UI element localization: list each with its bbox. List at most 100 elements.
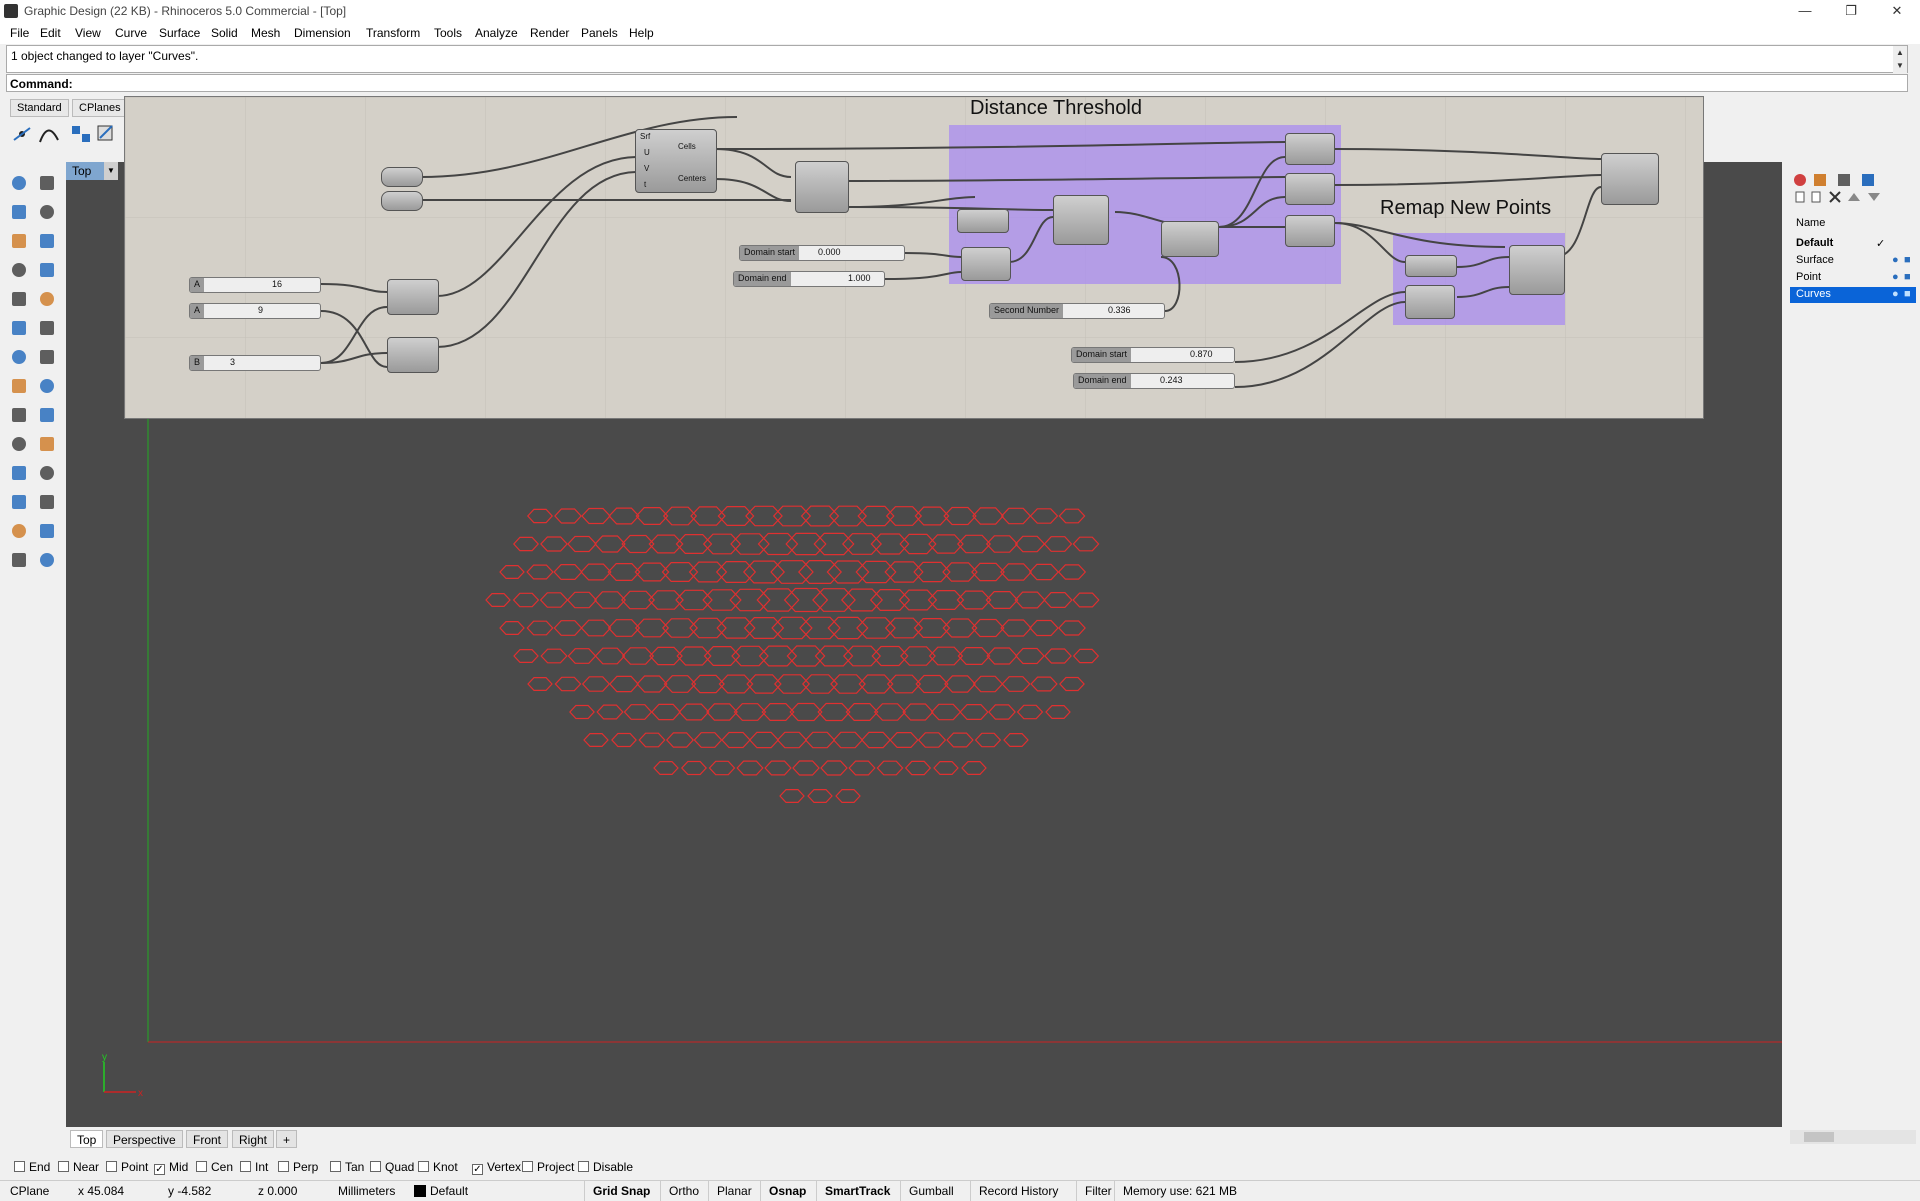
- menu-solid[interactable]: Solid: [211, 26, 238, 40]
- osnap-vertex[interactable]: ✓ Vertex: [472, 1160, 521, 1175]
- osnap-checkbox[interactable]: [418, 1161, 429, 1172]
- surface-param-node[interactable]: [381, 167, 423, 187]
- cull-pattern-component-3[interactable]: [1285, 215, 1335, 247]
- menu-transform[interactable]: Transform: [366, 26, 420, 40]
- tab-standard[interactable]: Standard: [10, 99, 69, 117]
- polyline-tool-icon[interactable]: [40, 205, 54, 219]
- cplane-label[interactable]: CPlane: [10, 1184, 49, 1198]
- remap-numbers-component[interactable]: [1053, 195, 1109, 245]
- layers-horizontal-scrollbar[interactable]: [1790, 1130, 1916, 1144]
- osnap-checkbox[interactable]: [240, 1161, 251, 1172]
- split-tool-icon[interactable]: [40, 408, 54, 422]
- text-tool-icon[interactable]: [40, 437, 54, 451]
- osnap-end[interactable]: End: [14, 1160, 50, 1174]
- osnap-checkbox[interactable]: [14, 1161, 25, 1172]
- bounds-component-2[interactable]: [1405, 255, 1457, 277]
- osnap-project[interactable]: Project: [522, 1160, 574, 1174]
- gumball-button[interactable]: Gumball: [900, 1181, 962, 1201]
- multiplication-component-2[interactable]: [387, 337, 439, 373]
- menu-help[interactable]: Help: [629, 26, 654, 40]
- scroll-up-icon[interactable]: ▲: [1893, 46, 1907, 60]
- lock-icon[interactable]: ■: [1904, 271, 1911, 283]
- circle-tool-icon[interactable]: [12, 205, 26, 219]
- layer-curves[interactable]: Curves ● ■: [1790, 287, 1916, 303]
- menu-view[interactable]: View: [75, 26, 101, 40]
- layer-default[interactable]: Default ✓: [1790, 236, 1916, 252]
- slider-domain-end-2[interactable]: Domain end 0.243: [1073, 373, 1235, 389]
- tab-right[interactable]: Right: [232, 1130, 275, 1148]
- solid-tool-icon[interactable]: [12, 524, 26, 538]
- osnap-tan[interactable]: Tan: [330, 1160, 364, 1174]
- menu-mesh[interactable]: Mesh: [251, 26, 280, 40]
- scale-component[interactable]: [1601, 153, 1659, 205]
- extrude-tool-icon[interactable]: [40, 350, 54, 364]
- cull-pattern-component-1[interactable]: [1285, 133, 1335, 165]
- cylinder-tool-icon[interactable]: [12, 350, 26, 364]
- osnap-quad[interactable]: Quad: [370, 1160, 414, 1174]
- point-tool-icon[interactable]: [13, 127, 31, 141]
- group-tool-icon[interactable]: [12, 466, 26, 480]
- osnap-perp[interactable]: Perp: [278, 1160, 318, 1174]
- curve-param-node[interactable]: [381, 191, 423, 211]
- join-tool-icon[interactable]: [12, 408, 26, 422]
- slider-a-9[interactable]: A 9: [189, 303, 321, 319]
- bulb-icon[interactable]: ●: [1892, 271, 1899, 283]
- minimize-icon[interactable]: —: [1782, 0, 1828, 22]
- curve-closest-point-component[interactable]: [795, 161, 849, 213]
- construct-domain-component[interactable]: [961, 247, 1011, 281]
- osnap-int[interactable]: Int: [240, 1160, 268, 1174]
- osnap-checkbox[interactable]: ✓: [154, 1164, 165, 1175]
- osnap-disable[interactable]: Disable: [578, 1160, 633, 1174]
- cells-component[interactable]: Srf U V t Cells Centers: [635, 129, 717, 193]
- curve-tool-icon[interactable]: [40, 176, 54, 190]
- smaller-than-component[interactable]: [1161, 221, 1219, 257]
- slider-second-number[interactable]: Second Number 0.336: [989, 303, 1165, 319]
- multiplication-component-1[interactable]: [387, 279, 439, 315]
- fillet-tool-icon[interactable]: [40, 263, 54, 277]
- slider-a-16[interactable]: A 16: [189, 277, 321, 293]
- slider-domain-start-1[interactable]: Domain start 0.000: [739, 245, 905, 261]
- smarttrack-button[interactable]: SmartTrack: [816, 1181, 898, 1201]
- viewport-menu-icon[interactable]: ▼: [104, 162, 118, 180]
- transform-tool-icon[interactable]: [40, 379, 54, 393]
- check-tool-icon[interactable]: [40, 524, 54, 538]
- rectangle-tool-icon[interactable]: [40, 234, 54, 248]
- osnap-cen[interactable]: Cen: [196, 1160, 233, 1174]
- array-tool-icon[interactable]: [12, 495, 26, 509]
- units-label[interactable]: Millimeters: [338, 1184, 395, 1198]
- osnap-checkbox[interactable]: [278, 1161, 289, 1172]
- add-viewport-icon[interactable]: +: [276, 1130, 298, 1148]
- viewport-title-tab[interactable]: Top ▼: [66, 162, 118, 180]
- layer-toolbar-icons[interactable]: [1795, 191, 1880, 203]
- surface-tool-icon[interactable]: [12, 292, 26, 306]
- menu-dimension[interactable]: Dimension: [294, 26, 351, 40]
- bulb-icon[interactable]: ●: [1892, 288, 1899, 300]
- render-tool-icon[interactable]: [40, 553, 54, 567]
- ellipse-tool-icon[interactable]: [12, 234, 26, 248]
- panel-tab-icons[interactable]: [1794, 174, 1874, 186]
- osnap-checkbox[interactable]: [578, 1161, 589, 1172]
- menu-panels[interactable]: Panels: [581, 26, 618, 40]
- osnap-point[interactable]: Point: [106, 1160, 148, 1174]
- menu-surface[interactable]: Surface: [159, 26, 200, 40]
- menu-edit[interactable]: Edit: [40, 26, 61, 40]
- array-tool-icon[interactable]: [72, 126, 90, 142]
- osnap-button[interactable]: Osnap: [760, 1181, 814, 1201]
- box-tool-icon[interactable]: [12, 321, 26, 335]
- menu-tools[interactable]: Tools: [434, 26, 462, 40]
- command-line[interactable]: Command:: [6, 74, 1908, 92]
- select-tool-icon[interactable]: [12, 176, 26, 190]
- planar-button[interactable]: Planar: [708, 1181, 760, 1201]
- restore-icon[interactable]: ❐: [1828, 0, 1874, 22]
- layer-point[interactable]: Point ● ■: [1790, 270, 1916, 286]
- analyze-tool-icon[interactable]: [12, 553, 26, 567]
- mirror-tool-icon[interactable]: [40, 495, 54, 509]
- menu-file[interactable]: File: [10, 26, 29, 40]
- grid-snap-button[interactable]: Grid Snap: [584, 1181, 658, 1201]
- arc-tool-icon[interactable]: [12, 263, 26, 277]
- block-tool-icon[interactable]: [40, 466, 54, 480]
- boolean-tool-icon[interactable]: [40, 321, 54, 335]
- scroll-down-icon[interactable]: ▼: [1893, 59, 1907, 73]
- hexagon-pattern[interactable]: [485, 505, 1100, 804]
- menu-render[interactable]: Render: [530, 26, 569, 40]
